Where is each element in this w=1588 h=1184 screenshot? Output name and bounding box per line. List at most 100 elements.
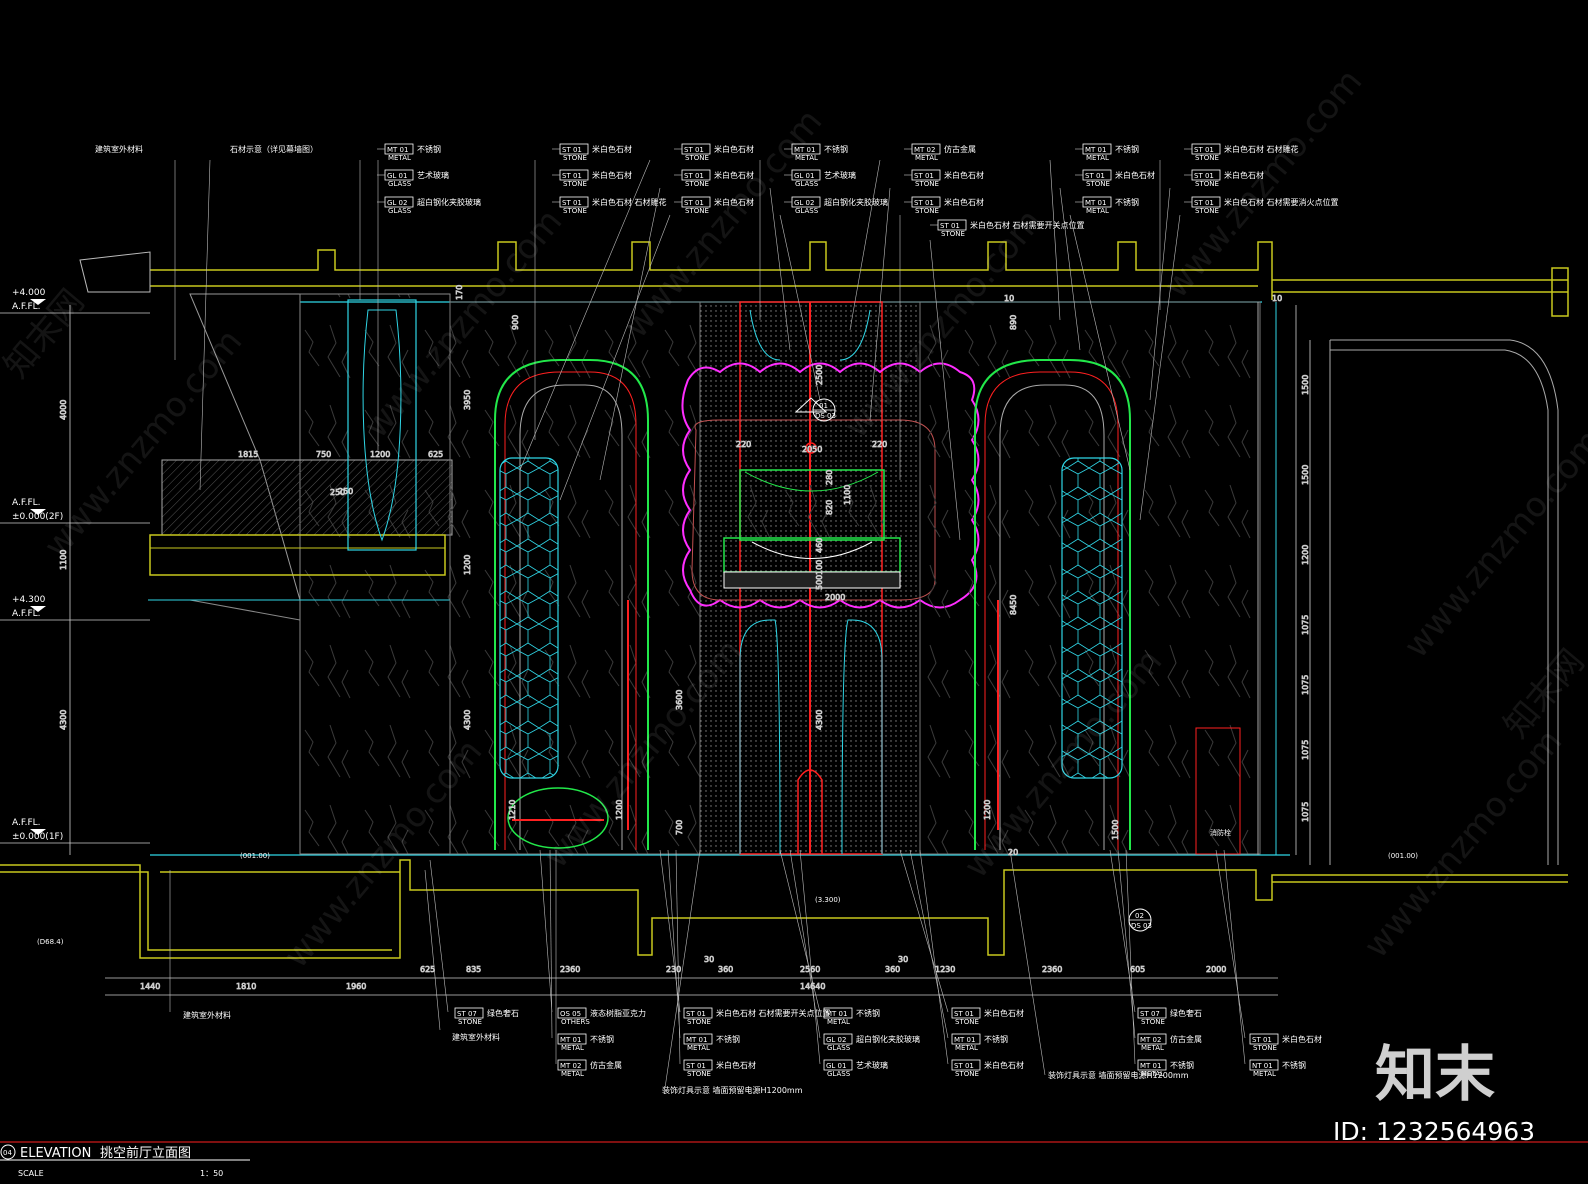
dimension-label: 1075 xyxy=(1301,802,1310,822)
top-callout: ST 01STONE 米白色石材 xyxy=(1075,169,1155,188)
dimension-label: 250 xyxy=(338,487,353,496)
dimension-label: 230 xyxy=(666,965,681,974)
leader-line xyxy=(424,869,441,1031)
callout-code: ST 01 xyxy=(686,1062,706,1070)
dimension-label: 10 xyxy=(1004,294,1014,303)
top-callout: ST 01STONE 米白色石材 xyxy=(674,143,754,162)
callout-code: ST 01 xyxy=(954,1062,974,1070)
callout-code: GL 02 xyxy=(794,199,814,207)
callout-code: GL 02 xyxy=(387,199,407,207)
callout-code: ST 01 xyxy=(684,146,704,154)
watermark-text: www.znzmo.com xyxy=(1356,722,1570,966)
callout-code: ST 01 xyxy=(1194,146,1214,154)
callout-text: 米白色石材 xyxy=(1282,1034,1322,1044)
callout-text: 液态树脂亚克力 xyxy=(590,1008,646,1018)
dimension-label: 4300 xyxy=(815,710,824,730)
leader-line xyxy=(1215,849,1246,1039)
callout-text: 装饰灯具示意 墙面预留电源H1200mm xyxy=(662,1085,803,1095)
section-mark-ref: DS 03 xyxy=(1131,922,1152,930)
dimension-label: 1100 xyxy=(843,485,852,505)
callout-category: GLASS xyxy=(795,207,819,215)
callout-text: 不锈钢 xyxy=(984,1034,1008,1044)
callout-category: GLASS xyxy=(388,207,412,215)
callout-text: 不锈钢 xyxy=(590,1034,614,1044)
callout-category: STONE xyxy=(1253,1044,1277,1052)
bottom-callout: ST 01STONE 米白色石材 石材需要开关点位置 xyxy=(683,1007,831,1026)
callout-text: 装饰灯具示意 墙面预留电源H1200mm xyxy=(1048,1070,1189,1080)
callout-code: GL 01 xyxy=(387,172,407,180)
top-callout: MT 01METAL 不锈钢 xyxy=(377,143,441,162)
callout-category: METAL xyxy=(1141,1070,1164,1078)
bottom-callout: OS 05OTHERS液态树脂亚克力 xyxy=(557,1007,646,1026)
callout-category: STONE xyxy=(915,180,939,188)
bottom-callout: MT 01METAL 不锈钢 xyxy=(823,1007,880,1026)
bottom-callout: 建筑室外材料 xyxy=(452,1032,500,1042)
leader-line xyxy=(919,849,949,1065)
callout-category: STONE xyxy=(685,154,709,162)
callout-code: ST 01 xyxy=(1194,199,1214,207)
bottom-callout: GL 02GLASS 超白钢化夹胶玻璃 xyxy=(823,1033,920,1052)
callout-text: 米白色石材 xyxy=(944,197,984,207)
callout-code: ST 01 xyxy=(684,199,704,207)
callout-code: MT 01 xyxy=(826,1010,847,1018)
callout-text: 艺术玻璃 xyxy=(856,1060,888,1070)
leader-line xyxy=(429,859,449,1013)
level-value: A.F.FL. xyxy=(12,498,41,508)
left-wing xyxy=(79,251,453,855)
dimension-label: 1230 xyxy=(935,965,955,974)
dimension-label: 2050 xyxy=(802,445,822,454)
left-arch xyxy=(449,301,701,855)
dimension-label: 1810 xyxy=(236,982,256,991)
bottom-callout: ST 01STONE 米白色石材 xyxy=(683,1059,756,1078)
callout-text: 仿古金属 xyxy=(1170,1034,1202,1044)
top-callout: ST 01STONE 米白色石材 xyxy=(552,143,632,162)
callout-text: 绿色奢石 xyxy=(487,1008,519,1018)
callout-code: MT 01 xyxy=(1085,146,1106,154)
callout-code: ST 01 xyxy=(562,172,582,180)
level-tag: (3.300) xyxy=(815,896,841,904)
section-mark-ref: DS 03 xyxy=(815,412,836,420)
top-callout: MT 02METAL 仿古金属 xyxy=(904,143,976,162)
callout-category: GLASS xyxy=(795,180,819,188)
callout-code: ST 01 xyxy=(1252,1036,1272,1044)
drawing-title-prefix: ELEVATION xyxy=(20,1146,91,1161)
level-sub: ±0.000(1F) xyxy=(12,832,63,842)
level-value: A.F.FL. xyxy=(12,818,41,828)
leader-line xyxy=(799,849,821,1065)
dimension-label: 220 xyxy=(736,440,751,449)
bottom-callout: ST 01STONE 米白色石材 xyxy=(951,1059,1024,1078)
bottom-callout: MT 02METAL 仿古金属 xyxy=(1137,1033,1202,1052)
callout-text: 米白色石材 xyxy=(984,1060,1024,1070)
callout-code: GL 01 xyxy=(826,1062,846,1070)
bottom-callout: 装饰灯具示意 墙面预留电源H1200mm xyxy=(1048,1070,1189,1080)
leader-line xyxy=(909,849,949,1039)
callout-category: STONE xyxy=(687,1018,711,1026)
dimension-label: 700 xyxy=(675,820,684,835)
dimension-label: 500 xyxy=(815,575,824,590)
callout-text: 不锈钢 xyxy=(824,144,848,154)
bottom-callout: GL 01GLASS 艺术玻璃 xyxy=(823,1059,888,1078)
callout-text: 不锈钢 xyxy=(1115,197,1139,207)
callout-category: STONE xyxy=(687,1070,711,1078)
dimension-label: 10 xyxy=(1272,294,1282,303)
callout-category: STONE xyxy=(941,230,965,238)
dimension-label: 220 xyxy=(872,440,887,449)
bottom-callout: ST 01STONE 米白色石材 xyxy=(951,1007,1024,1026)
top-callout: 建筑室外材料 xyxy=(95,144,143,154)
callout-category: METAL xyxy=(827,1018,850,1026)
callout-code: MT 01 xyxy=(1140,1062,1161,1070)
dimension-label: 2360 xyxy=(560,965,580,974)
callout-category: STONE xyxy=(955,1070,979,1078)
bottom-callout: 装饰灯具示意 墙面预留电源H1200mm xyxy=(662,1085,803,1095)
section-mark-number: 02 xyxy=(1135,912,1144,920)
callout-category: METAL xyxy=(955,1044,978,1052)
top-callout: ST 01STONE 米白色石材 石材雕花 xyxy=(552,196,667,215)
callout-text: 不锈钢 xyxy=(856,1008,880,1018)
top-callout: GL 01GLASS 艺术玻璃 xyxy=(784,169,856,188)
callout-code: ST 01 xyxy=(914,199,934,207)
dimension-label: 2500 xyxy=(815,365,824,385)
callout-code: MT 01 xyxy=(686,1036,707,1044)
callout-category: GLASS xyxy=(827,1044,851,1052)
dimension-label: 900 xyxy=(511,315,520,330)
bottom-callout: ST 07STONE 绿色奢石 xyxy=(454,1007,519,1026)
